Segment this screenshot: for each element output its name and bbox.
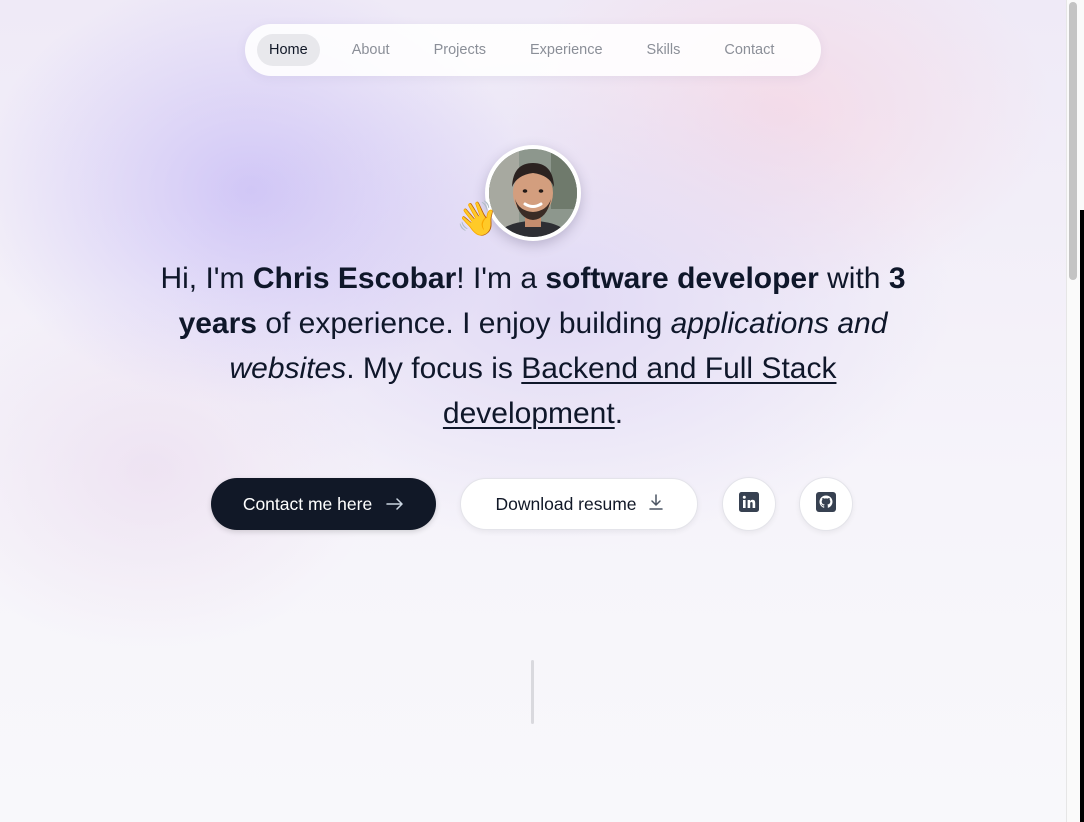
nav-item-about[interactable]: About <box>340 34 402 66</box>
top-nav: Home About Projects Experience Skills Co… <box>245 24 821 76</box>
download-resume-button[interactable]: Download resume <box>460 478 698 530</box>
nav-item-contact[interactable]: Contact <box>712 34 786 66</box>
waving-hand-icon: 👋 <box>456 200 499 238</box>
intro-role: software developer <box>545 262 819 295</box>
avatar-photo <box>485 145 581 241</box>
intro-part: Hi, I'm <box>160 262 253 295</box>
arrow-right-icon <box>386 494 404 515</box>
section-divider <box>531 660 534 724</box>
nav-item-skills[interactable]: Skills <box>635 34 693 66</box>
intro-part: of experience. I enjoy building <box>256 307 671 340</box>
intro-name: Chris Escobar <box>252 262 457 295</box>
profile-avatar <box>485 145 581 241</box>
contact-me-button[interactable]: Contact me here <box>211 478 436 530</box>
nav-item-projects[interactable]: Projects <box>422 34 498 66</box>
window-edge <box>1080 210 1084 822</box>
intro-part: . My focus is <box>346 352 522 385</box>
linkedin-button[interactable] <box>722 477 776 531</box>
github-icon <box>816 491 836 517</box>
github-button[interactable] <box>799 477 853 531</box>
intro-part: . <box>614 397 624 430</box>
intro-text: Hi, I'm Chris Escobar! I'm a software de… <box>150 256 916 436</box>
linkedin-icon <box>739 491 759 517</box>
download-icon <box>648 493 663 515</box>
contact-button-label: Contact me here <box>242 493 373 514</box>
intro-part: with <box>818 262 889 295</box>
resume-button-label: Download resume <box>495 493 637 514</box>
nav-item-experience[interactable]: Experience <box>518 34 615 66</box>
nav-item-home[interactable]: Home <box>257 34 320 66</box>
scrollbar-thumb[interactable] <box>1069 2 1077 280</box>
intro-part: ! I'm a <box>456 262 546 295</box>
